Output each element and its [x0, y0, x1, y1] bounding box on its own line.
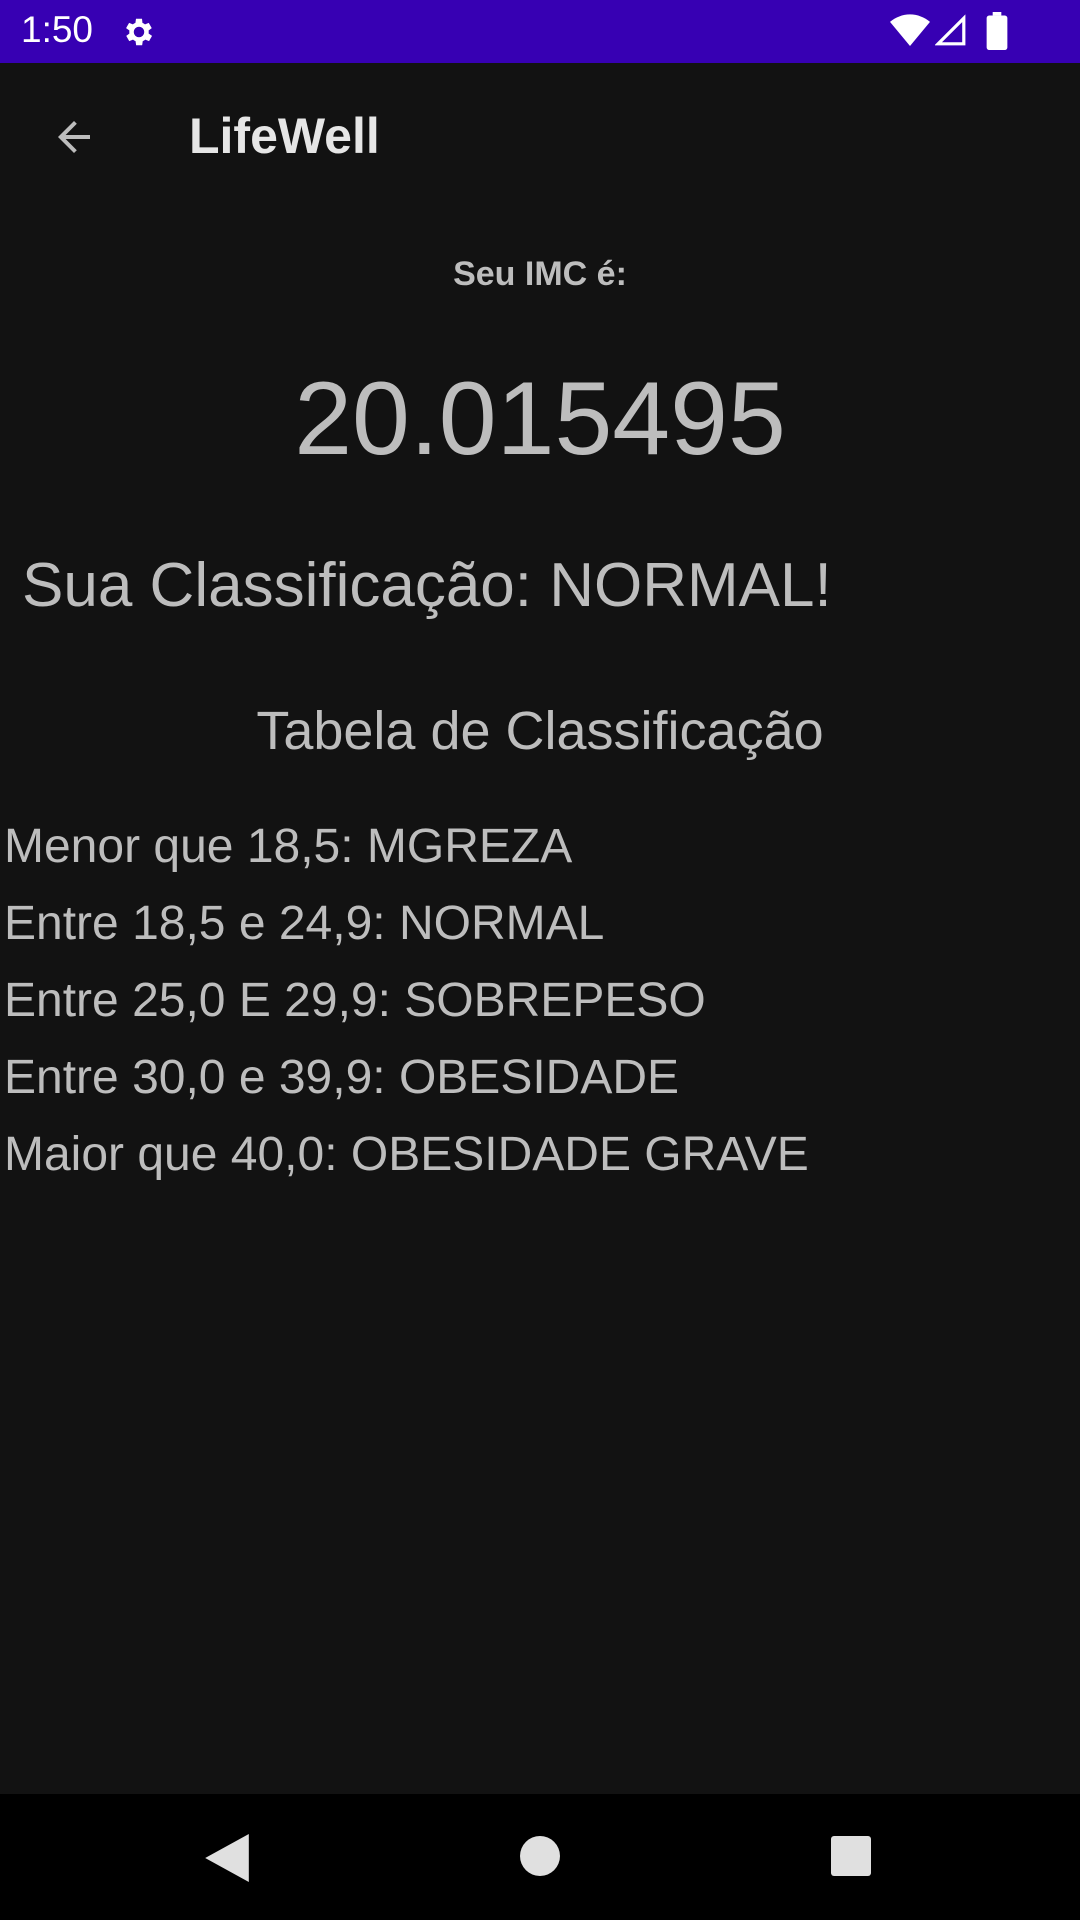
arrow-back-icon: [58, 121, 90, 153]
status-time: 1:50: [21, 9, 94, 50]
gear-icon: [126, 18, 153, 46]
app-bar: LifeWell: [0, 63, 1080, 210]
app-title: LifeWell: [189, 108, 380, 164]
imc-label: Seu IMC é:: [453, 255, 627, 293]
table-title: Tabela de Classificação: [256, 701, 824, 761]
signal-icon: [935, 14, 966, 46]
nav-home-icon[interactable]: [520, 1836, 560, 1876]
status-bar: 1:50: [0, 0, 1080, 63]
table-row: Maior que 40,0: OBESIDADE GRAVE: [4, 1128, 809, 1181]
imc-value: 20.015495: [294, 361, 786, 477]
classification-text: Sua Classificação: NORMAL!: [22, 551, 832, 620]
nav-recents-icon[interactable]: [831, 1836, 871, 1876]
nav-back-icon[interactable]: [204, 1834, 250, 1882]
back-button[interactable]: [44, 107, 104, 167]
table-row: Entre 18,5 e 24,9: NORMAL: [4, 897, 605, 950]
table-row: Menor que 18,5: MGREZA: [4, 820, 573, 873]
classification-table: Menor que 18,5: MGREZA Entre 18,5 e 24,9…: [4, 818, 809, 1203]
wifi-icon: [890, 14, 930, 47]
battery-icon: [986, 12, 1008, 50]
screen: 1:50 LifeWell Seu IMC é: 20.015495 Sua C…: [0, 0, 1080, 1920]
navigation-bar: [0, 1794, 1080, 1920]
table-row: Entre 25,0 E 29,9: SOBREPESO: [4, 974, 706, 1027]
table-row: Entre 30,0 e 39,9: OBESIDADE: [4, 1051, 680, 1104]
